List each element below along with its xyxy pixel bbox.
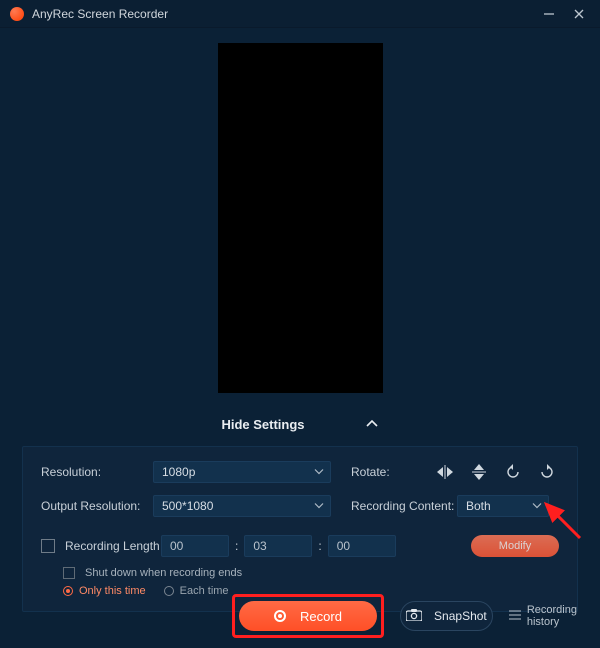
chevron-down-icon (314, 467, 324, 478)
rotate-right-icon[interactable] (539, 464, 555, 480)
radio-on-icon (63, 586, 73, 596)
preview-area (0, 28, 600, 408)
list-icon (509, 610, 521, 623)
resolution-select[interactable]: 1080p (153, 461, 331, 483)
output-resolution-value: 500*1080 (162, 499, 213, 513)
time-colon: : (318, 539, 321, 553)
flip-vertical-icon[interactable] (471, 464, 487, 480)
time-colon: : (235, 539, 238, 553)
shutdown-label: Shut down when recording ends (85, 567, 242, 579)
settings-panel: Resolution: 1080p Rotate: Output Resolut… (22, 446, 578, 612)
bottom-bar: Record SnapShot Recording history (124, 594, 600, 638)
close-button[interactable] (564, 4, 594, 24)
flip-horizontal-icon[interactable] (437, 464, 453, 480)
chevron-down-icon (532, 501, 542, 512)
recording-history-label: Recording history (527, 604, 578, 628)
output-resolution-label: Output Resolution: (41, 499, 153, 513)
snapshot-label: SnapShot (434, 609, 487, 623)
app-logo-icon (10, 7, 24, 21)
camera-icon (406, 609, 422, 624)
record-button-highlight: Record (232, 594, 384, 638)
recording-content-select[interactable]: Both (457, 495, 549, 517)
recording-history-link[interactable]: Recording history (509, 604, 578, 628)
rotate-left-icon[interactable] (505, 464, 521, 480)
seconds-input[interactable]: 00 (328, 535, 396, 557)
record-label: Record (300, 609, 342, 624)
minimize-button[interactable] (534, 4, 564, 24)
resolution-label: Resolution: (41, 465, 153, 479)
hide-settings-toggle[interactable]: Hide Settings (0, 408, 600, 440)
hours-input[interactable]: 00 (161, 535, 229, 557)
phone-preview (218, 43, 383, 393)
output-resolution-select[interactable]: 500*1080 (153, 495, 331, 517)
rotate-label: Rotate: (351, 465, 407, 479)
shutdown-checkbox[interactable] (63, 567, 75, 579)
chevron-down-icon (314, 501, 324, 512)
snapshot-button[interactable]: SnapShot (400, 601, 493, 631)
recording-length-checkbox[interactable] (41, 539, 55, 553)
recording-content-value: Both (466, 499, 491, 513)
record-icon (274, 610, 286, 622)
resolution-value: 1080p (162, 465, 195, 479)
record-button[interactable]: Record (239, 601, 377, 631)
recording-content-label: Recording Content: (351, 499, 457, 513)
hide-settings-label: Hide Settings (221, 417, 304, 432)
chevron-up-icon (365, 417, 379, 431)
recording-length-label: Recording Length (65, 539, 161, 553)
window-title: AnyRec Screen Recorder (32, 7, 534, 21)
minutes-input[interactable]: 03 (244, 535, 312, 557)
modify-button[interactable]: Modify (471, 535, 559, 557)
title-bar: AnyRec Screen Recorder (0, 0, 600, 28)
